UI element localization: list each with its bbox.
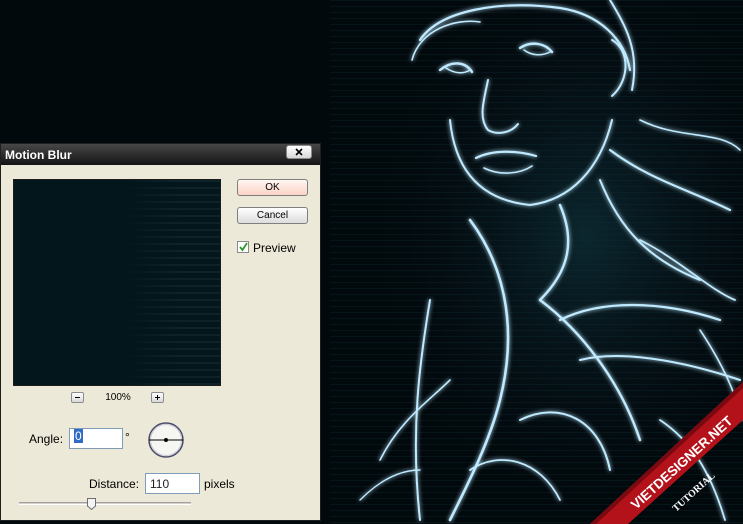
watermark-banner: VIETDESIGNER.NET TUTORIAL (590, 382, 743, 524)
close-icon (295, 148, 303, 156)
angle-dial-icon[interactable] (147, 421, 185, 459)
degree-symbol: ° (125, 430, 130, 444)
filter-preview-pane[interactable] (13, 179, 221, 386)
ok-button[interactable]: OK (237, 179, 308, 196)
distance-slider-thumb[interactable] (86, 498, 96, 510)
plus-icon (155, 395, 160, 400)
angle-input[interactable]: 0 (69, 428, 123, 449)
dialog-titlebar[interactable]: Motion Blur (1, 144, 320, 165)
distance-slider-track[interactable] (19, 502, 191, 505)
distance-label: Distance: (89, 477, 140, 491)
close-button[interactable] (286, 145, 312, 159)
minus-icon (75, 397, 80, 398)
preview-label: Preview (253, 241, 296, 255)
distance-input[interactable] (145, 473, 200, 494)
dialog-title: Motion Blur (5, 148, 72, 162)
zoom-in-button[interactable] (151, 392, 164, 403)
motion-blur-dialog: Motion Blur 100% OK Cancel Preview Angle… (0, 143, 321, 521)
zoom-out-button[interactable] (71, 392, 84, 403)
distance-unit: pixels (204, 477, 235, 491)
angle-label: Angle: (29, 432, 64, 446)
zoom-level: 100% (105, 392, 131, 403)
cancel-button[interactable]: Cancel (237, 207, 308, 224)
angle-value: 0 (74, 429, 83, 443)
preview-checkbox[interactable] (237, 241, 249, 253)
check-icon (239, 242, 248, 252)
